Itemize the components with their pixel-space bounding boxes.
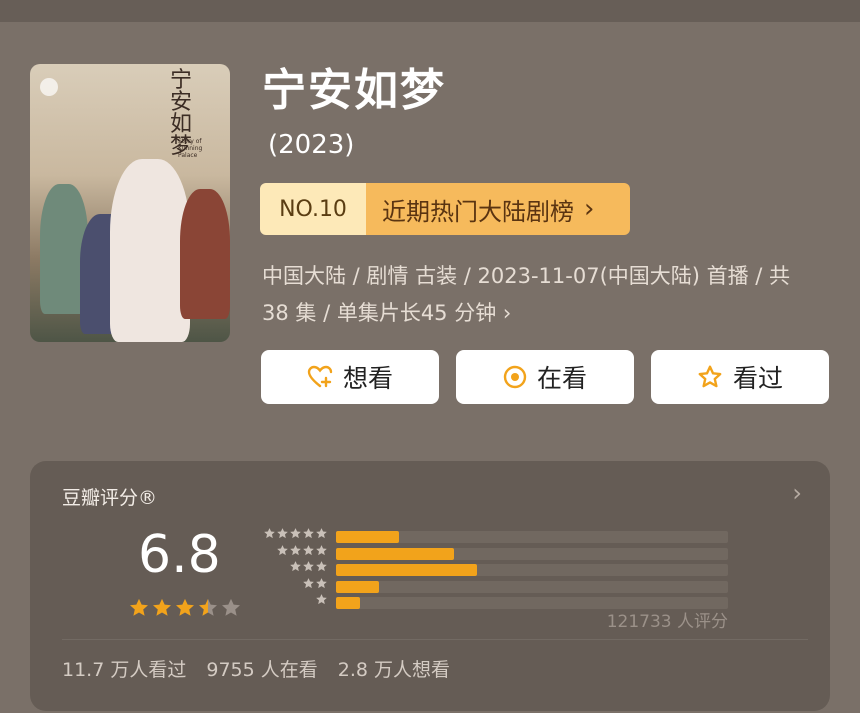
info-line: 38 集 / 单集片长45 分钟 › (262, 295, 822, 332)
poster-badge-dot (40, 78, 58, 96)
small-star-icon (303, 544, 314, 555)
poster-image[interactable]: 宁安如梦 Story of Kunning Palace (30, 64, 230, 342)
chevron-right-icon[interactable]: › (792, 479, 802, 507)
star-icon (698, 365, 722, 388)
rating-star-icon (222, 598, 240, 616)
want-to-watch-button[interactable]: 想看 (261, 350, 439, 404)
small-star-icon (303, 561, 314, 572)
watching-count[interactable]: 9755 人在看 (206, 655, 317, 682)
watched-button[interactable]: 看过 (651, 350, 829, 404)
distribution-stars (263, 527, 328, 540)
rating-star-icon (176, 598, 194, 616)
target-icon (503, 365, 527, 389)
poster-figure (180, 189, 230, 319)
poster-figure (110, 159, 190, 342)
audience-stats: 11.7 万人看过 9755 人在看 2.8 万人想看 (62, 655, 450, 682)
small-star-icon (290, 544, 301, 555)
distribution-row (258, 560, 728, 578)
divider (62, 639, 808, 640)
rating-star-icon (130, 598, 148, 616)
small-star-icon (316, 594, 327, 605)
rating-card[interactable]: 豆瓣评分® › 6.8 121733 人评分 11.7 万人看过 9755 人在… (30, 461, 830, 711)
rating-score: 6.8 (138, 525, 221, 585)
rating-count: 121733 人评分 (606, 612, 728, 632)
distribution-row (258, 577, 728, 595)
info-line-text: 38 集 / 单集片长45 分钟 (262, 301, 497, 325)
top-bar (0, 0, 860, 22)
small-star-icon (277, 544, 288, 555)
ranking-badge[interactable]: NO.10 近期热门大陆剧榜 › (260, 183, 630, 235)
chevron-right-icon: › (584, 194, 595, 224)
distribution-track (336, 564, 728, 576)
poster-subtitle-art: Story of Kunning Palace (178, 138, 203, 159)
distribution-track (336, 547, 728, 560)
watched-label: 看过 (732, 364, 783, 393)
star-rating (128, 597, 243, 619)
distribution-bar (336, 547, 454, 560)
distribution-bar (336, 531, 399, 543)
page-title: 宁安如梦 (262, 65, 446, 116)
release-year: (2023) (268, 130, 355, 160)
distribution-bar (336, 564, 478, 576)
distribution-bar (336, 580, 380, 593)
small-star-icon (277, 528, 288, 539)
small-star-icon (290, 561, 301, 572)
small-star-icon (316, 528, 327, 539)
small-star-icon (316, 544, 327, 555)
small-star-icon (303, 577, 314, 588)
watching-button[interactable]: 在看 (456, 350, 634, 404)
heart-plus-icon (307, 365, 333, 388)
distribution-track (336, 531, 728, 543)
show-info[interactable]: 中国大陆 / 剧情 古装 / 2023-11-07(中国大陆) 首播 / 共 3… (262, 258, 822, 332)
small-star-icon (264, 528, 275, 539)
distribution-track (336, 580, 728, 593)
rating-star-icon (199, 598, 217, 616)
ranking-list-link[interactable]: 近期热门大陆剧榜 › (366, 183, 630, 235)
distribution-stars (315, 593, 328, 606)
want-count[interactable]: 2.8 万人想看 (338, 655, 450, 682)
rating-label: 豆瓣评分® (62, 487, 158, 509)
small-star-icon (290, 528, 301, 539)
small-star-icon (303, 528, 314, 539)
small-star-icon (316, 561, 327, 572)
watched-count[interactable]: 11.7 万人看过 (62, 655, 186, 682)
distribution-stars (302, 577, 328, 590)
ranking-list-name: 近期热门大陆剧榜 (382, 197, 574, 226)
ranking-number: NO.10 (260, 183, 366, 235)
info-line: 中国大陆 / 剧情 古装 / 2023-11-07(中国大陆) 首播 / 共 (262, 264, 791, 288)
distribution-row (258, 544, 728, 562)
distribution-stars (289, 560, 328, 573)
chevron-right-icon: › (502, 301, 512, 325)
small-star-icon (316, 577, 327, 588)
rating-star-icon (153, 598, 171, 616)
distribution-bar (336, 597, 360, 609)
distribution-row (258, 527, 728, 545)
want-to-watch-label: 想看 (342, 364, 393, 393)
distribution-stars (276, 544, 328, 557)
watching-label: 在看 (536, 364, 587, 393)
